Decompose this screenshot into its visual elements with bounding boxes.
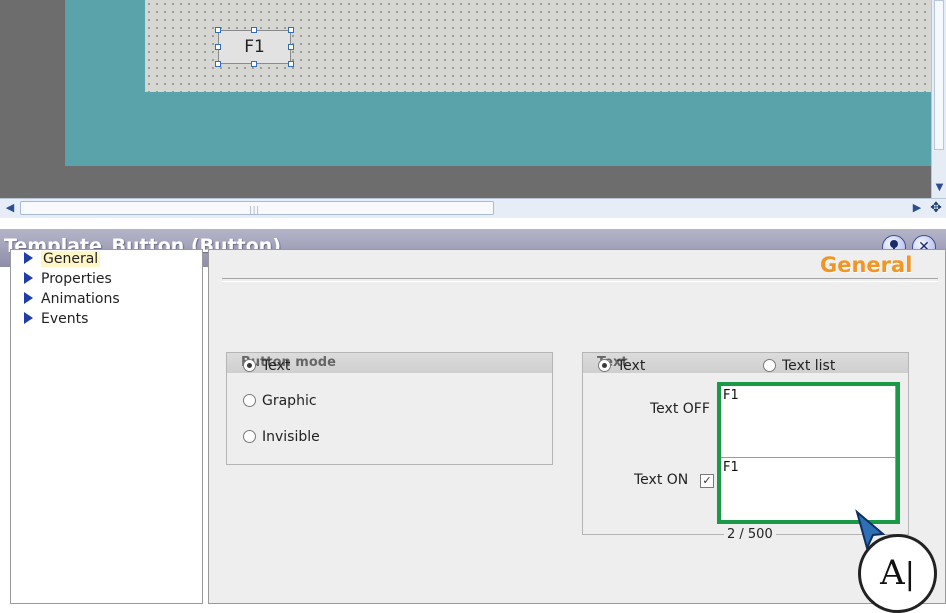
nav-arrow-icon <box>24 272 33 284</box>
text-cursor-letter: A <box>880 553 905 593</box>
radio-mode-invisible[interactable]: Invisible <box>243 428 320 446</box>
arrow-left-icon[interactable]: ◀ <box>3 201 17 215</box>
radio-text-list[interactable]: Text list <box>763 357 835 375</box>
resize-handle[interactable] <box>215 61 221 67</box>
resize-handle[interactable] <box>288 61 294 67</box>
nav-item-label: Events <box>41 311 89 327</box>
radio-label: Invisible <box>262 429 320 445</box>
resize-handle[interactable] <box>288 27 294 33</box>
nav-item-general[interactable]: General <box>24 250 101 268</box>
screen-canvas[interactable]: F1 ▼ <box>0 0 946 198</box>
resize-handle[interactable] <box>251 61 257 67</box>
nav-arrow-icon <box>24 292 33 304</box>
arrow-down-icon[interactable]: ▼ <box>933 182 946 194</box>
text-on-checkbox[interactable]: ✓ <box>700 474 714 488</box>
radio-circle <box>243 359 256 372</box>
text-cursor-bar: | <box>904 557 915 592</box>
divider <box>0 218 946 229</box>
nav-item-properties[interactable]: Properties <box>24 270 112 288</box>
template-button-label: F1 <box>244 37 265 57</box>
text-off-label: Text OFF <box>650 401 710 417</box>
resize-handle[interactable] <box>288 44 294 50</box>
vertical-scrollbar[interactable]: ▼ <box>931 0 946 198</box>
radio-text[interactable]: Text <box>598 357 645 375</box>
nav-item-label: Properties <box>41 271 112 287</box>
horizontal-scroll-thumb[interactable]: ||| <box>20 201 494 215</box>
horizontal-scrollbar[interactable]: ◀ ||| ▶ ✥ <box>0 198 946 218</box>
radio-circle <box>598 359 611 372</box>
divider <box>222 278 938 282</box>
radio-label: Text list <box>782 358 836 374</box>
nav-item-label: General <box>41 251 101 267</box>
vertical-scroll-thumb[interactable] <box>934 0 944 150</box>
nav-item-label: Animations <box>41 291 120 307</box>
move-icon[interactable]: ✥ <box>928 200 944 216</box>
scroll-grip: ||| <box>249 205 261 214</box>
radio-circle <box>763 359 776 372</box>
char-counter: 2 / 500 <box>724 527 776 542</box>
nav-arrow-icon <box>24 312 33 324</box>
radio-label: Graphic <box>262 393 317 409</box>
text-on-label: Text ON <box>634 472 689 488</box>
radio-circle <box>243 394 256 407</box>
resize-handle[interactable] <box>251 27 257 33</box>
radio-mode-graphic[interactable]: Graphic <box>243 392 317 410</box>
radio-label: Text <box>262 358 291 374</box>
arrow-right-icon[interactable]: ▶ <box>910 201 924 215</box>
selected-template-button[interactable]: F1 <box>218 30 291 64</box>
nav-item-animations[interactable]: Animations <box>24 290 120 308</box>
resize-handle[interactable] <box>215 27 221 33</box>
nav-item-events[interactable]: Events <box>24 310 88 328</box>
text-cursor-icon: A| <box>858 534 937 613</box>
nav-arrow-icon <box>24 252 33 264</box>
section-heading: General <box>820 253 913 277</box>
radio-circle <box>243 430 256 443</box>
radio-label: Text <box>617 358 646 374</box>
radio-mode-text[interactable]: Text <box>243 357 290 375</box>
resize-handle[interactable] <box>215 44 221 50</box>
text-fields-highlight <box>717 382 900 524</box>
